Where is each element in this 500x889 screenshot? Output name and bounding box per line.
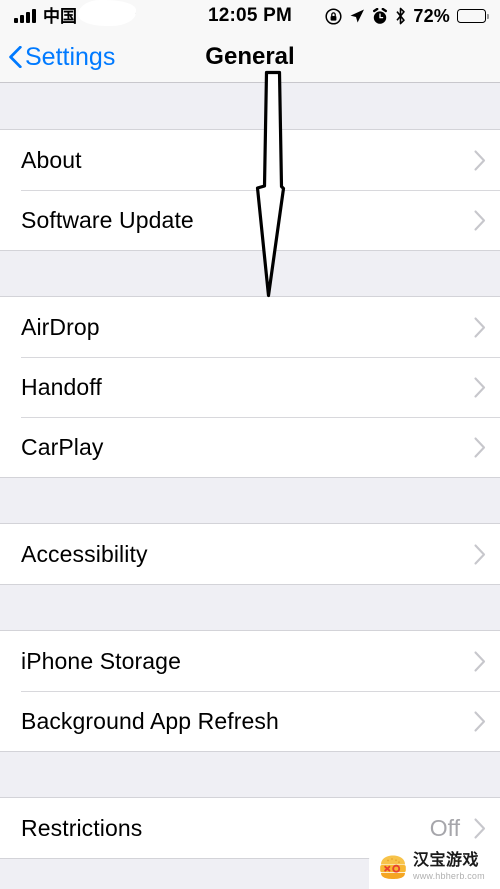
chevron-right-icon: [474, 316, 486, 338]
list-item-background-app-refresh[interactable]: Background App Refresh: [0, 691, 500, 751]
iphone-screen: 中国 12:05 PM 72% Settings General About S…: [0, 0, 500, 889]
list-item-carplay[interactable]: CarPlay: [0, 417, 500, 477]
back-button-label: Settings: [25, 42, 116, 71]
settings-group-4: iPhone Storage Background App Refresh: [0, 631, 500, 751]
list-item-label: Background App Refresh: [21, 707, 279, 734]
list-item-handoff[interactable]: Handoff: [0, 357, 500, 417]
watermark-title: 汉宝游戏: [413, 851, 480, 869]
list-item-label: About: [21, 146, 82, 173]
list-item-about[interactable]: About: [0, 130, 500, 190]
chevron-right-icon: [474, 650, 486, 672]
chevron-left-icon: [9, 46, 22, 68]
list-item-label: CarPlay: [21, 433, 104, 460]
list-item-label: Restrictions: [21, 814, 143, 841]
burger-icon: [380, 855, 406, 879]
redacted-area: [78, 0, 136, 26]
watermark-text: 汉宝游戏 www.hbherb.com: [413, 851, 485, 881]
status-bar: 中国 12:05 PM 72%: [0, 0, 500, 32]
battery-percent-label: 72%: [413, 5, 450, 26]
list-gap: [0, 477, 500, 524]
list-item-software-update[interactable]: Software Update: [0, 190, 500, 250]
chevron-right-icon: [474, 710, 486, 732]
list-item-accessibility[interactable]: Accessibility: [0, 524, 500, 584]
list-item-iphone-storage[interactable]: iPhone Storage: [0, 631, 500, 691]
rotation-lock-icon: [325, 7, 342, 25]
settings-group-2: AirDrop Handoff CarPlay: [0, 297, 500, 477]
watermark-url: www.hbherb.com: [413, 870, 485, 881]
chevron-right-icon: [474, 817, 486, 839]
battery-icon: [457, 9, 489, 23]
chevron-right-icon: [474, 209, 486, 231]
alarm-clock-icon: [372, 7, 388, 25]
list-gap: [0, 250, 500, 297]
list-item-label: Handoff: [21, 373, 102, 400]
chevron-right-icon: [474, 543, 486, 565]
signal-bars-icon: [14, 9, 36, 23]
chevron-right-icon: [474, 436, 486, 458]
back-button[interactable]: Settings: [9, 43, 115, 72]
list-item-label: AirDrop: [21, 313, 100, 340]
carrier-label: 中国: [43, 6, 77, 26]
status-bar-right: 72%: [250, 5, 489, 27]
list-gap: [0, 751, 500, 798]
list-item-value: Off: [429, 814, 460, 841]
watermark: 汉宝游戏 www.hbherb.com: [369, 844, 500, 889]
list-item-airdrop[interactable]: AirDrop: [0, 297, 500, 357]
list-item-label: Software Update: [21, 206, 194, 233]
settings-group-1: About Software Update: [0, 130, 500, 250]
list-item-label: iPhone Storage: [21, 647, 181, 674]
chevron-right-icon: [474, 376, 486, 398]
navigation-bar: Settings General: [0, 32, 500, 83]
settings-group-3: Accessibility: [0, 524, 500, 584]
list-item-label: Accessibility: [21, 540, 148, 567]
chevron-right-icon: [474, 149, 486, 171]
bluetooth-icon: [395, 7, 406, 25]
settings-list: About Software Update AirDrop Handoff Ca…: [0, 83, 500, 889]
list-gap: [0, 584, 500, 631]
list-gap: [0, 83, 500, 130]
location-arrow-icon: [349, 8, 365, 24]
